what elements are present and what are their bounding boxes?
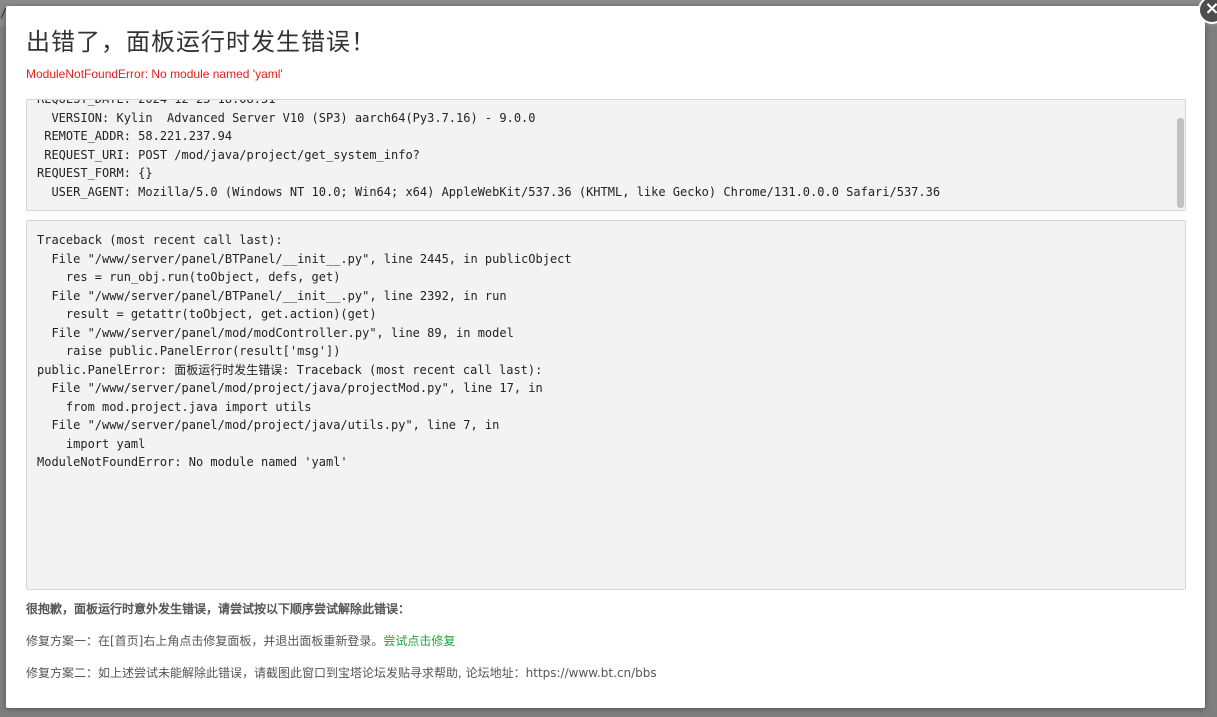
request-info-line: VERSION: Kylin Advanced Server V10 (SP3)…	[37, 110, 536, 125]
traceback-line: ModuleNotFoundError: No module named 'ya…	[37, 455, 348, 469]
traceback-line: from mod.project.java import utils	[37, 399, 312, 414]
request-info-scrollbar[interactable]	[1176, 100, 1185, 210]
request-info-box[interactable]: REQUEST_DATE: 2024-12-23 18:08:51 VERSIO…	[26, 99, 1186, 211]
traceback-line: result = getattr(toObject, get.action)(g…	[37, 307, 377, 321]
request-info-line: REQUEST_DATE: 2024-12-23 18:08:51	[37, 99, 276, 106]
close-icon[interactable]: ×	[1198, 0, 1217, 24]
error-dialog: × 出错了，面板运行时发生错误！ ModuleNotFoundError: No…	[6, 0, 1217, 708]
traceback-content: Traceback (most recent call last): File …	[37, 231, 1175, 472]
request-info-line: REQUEST_URI: POST /mod/java/project/get_…	[37, 147, 420, 162]
traceback-line: res = run_obj.run(toObject, defs, get)	[37, 270, 341, 284]
try-repair-link[interactable]: 尝试点击修复	[383, 634, 455, 648]
traceback-line: File "/www/server/panel/mod/modControlle…	[37, 325, 514, 340]
request-info-line: REQUEST_FORM: {}	[37, 166, 153, 180]
request-info-line: USER_AGENT: Mozilla/5.0 (Windows NT 10.0…	[37, 184, 941, 199]
traceback-line: raise public.PanelError(result['msg'])	[37, 344, 341, 358]
error-message: ModuleNotFoundError: No module named 'ya…	[26, 67, 283, 81]
dialog-title: 出错了，面板运行时发生错误！	[26, 28, 376, 56]
fix-option-one: 修复方案一：在[首页]右上角点击修复面板，并退出面板重新登录。尝试点击修复	[26, 632, 455, 649]
scrollbar-thumb[interactable]	[1177, 118, 1184, 208]
traceback-line: public.PanelError: 面板运行时发生错误: Traceback …	[37, 362, 543, 377]
traceback-line: File "/www/server/panel/mod/project/java…	[37, 418, 500, 432]
fix-option-one-text: 修复方案一：在[首页]右上角点击修复面板，并退出面板重新登录。	[26, 634, 384, 648]
traceback-line: File "/www/server/panel/mod/project/java…	[37, 381, 543, 395]
request-info-line: REMOTE_ADDR: 58.221.237.94	[37, 129, 233, 143]
traceback-line: Traceback (most recent call last):	[37, 233, 283, 247]
traceback-line: import yaml	[37, 436, 146, 451]
traceback-box[interactable]: Traceback (most recent call last): File …	[26, 220, 1186, 590]
fix-option-two: 修复方案二：如上述尝试未能解除此错误，请截图此窗口到宝塔论坛发贴寻求帮助, 论坛…	[26, 666, 657, 680]
traceback-line: File "/www/server/panel/BTPanel/__init__…	[37, 288, 507, 303]
apology-text: 很抱歉，面板运行时意外发生错误，请尝试按以下顺序尝试解除此错误：	[26, 602, 411, 616]
traceback-line: File "/www/server/panel/BTPanel/__init__…	[37, 251, 572, 266]
request-info-content: REQUEST_DATE: 2024-12-23 18:08:51 VERSIO…	[37, 99, 1171, 201]
